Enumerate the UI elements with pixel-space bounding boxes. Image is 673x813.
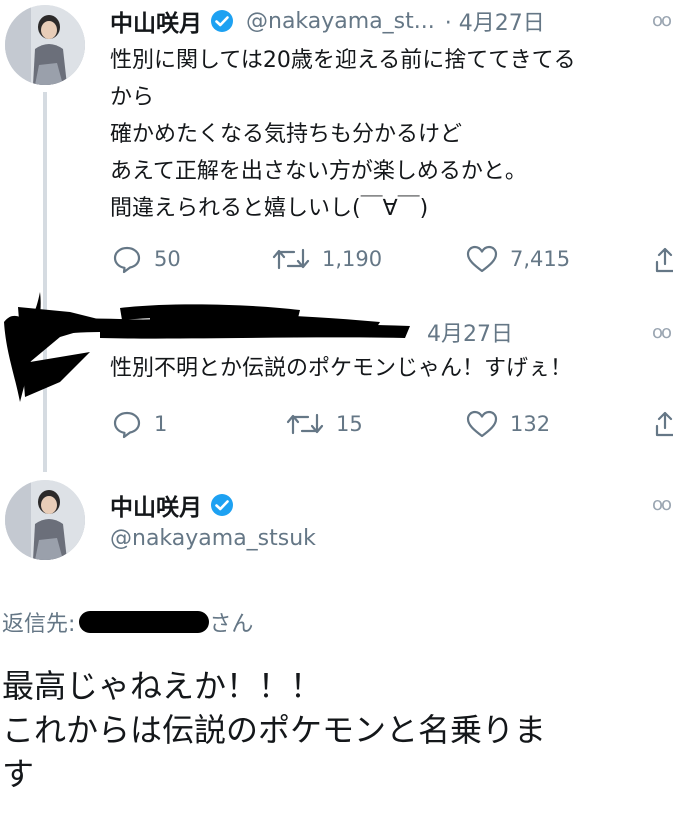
reply-button[interactable]: 1: [112, 409, 167, 439]
tweet-line: 間違えられると嬉しいし(￣∀￣): [110, 196, 429, 221]
avatar-nakayama[interactable]: [5, 5, 85, 85]
reply-count: 1: [154, 412, 168, 436]
tweet1-text: 性別に関しては20歳を迎える前に捨ててきてる から 確かめたくなる気持ちも分かる…: [110, 42, 576, 227]
tweet-line: 最高じゃねえか！！！: [2, 667, 323, 705]
retweet-count: 1,190: [322, 247, 383, 271]
retweet-count: 15: [336, 412, 363, 436]
like-button[interactable]: 7,415: [466, 244, 570, 274]
display-name[interactable]: 中山咲月: [110, 488, 202, 522]
handle[interactable]: @nakayama_stsuk: [110, 526, 316, 551]
more-icon[interactable]: oo: [652, 494, 672, 515]
retweet-icon: [272, 248, 310, 270]
tweet-line: これからは伝説のポケモンと名乗りま: [2, 711, 547, 749]
more-icon[interactable]: oo: [652, 10, 672, 31]
verified-icon: [211, 494, 233, 516]
tweet-line: あえて正解を出さない方が楽しめるかと。: [110, 159, 527, 184]
like-count: 7,415: [510, 247, 571, 271]
reply-count: 50: [154, 247, 181, 271]
avatar-nakayama[interactable]: [5, 480, 85, 560]
retweet-button[interactable]: 1,190: [272, 244, 382, 274]
reply-to-line: 返信先: さん: [2, 606, 253, 638]
redacted-mention: [79, 611, 210, 633]
like-icon: [466, 245, 498, 273]
reply-to-suffix: さん: [209, 612, 254, 637]
tweet-line: 性別に関しては20歳を迎える前に捨ててきてる: [110, 48, 576, 73]
reply-icon: [113, 246, 141, 274]
tweet2-text: 性別不明とか伝説のポケモンじゃん！すげぇ！: [110, 356, 573, 381]
reply-icon: [113, 411, 141, 439]
timestamp[interactable]: · 4月27日: [445, 5, 545, 37]
tweet-line: から: [110, 85, 155, 110]
like-count: 132: [510, 412, 551, 436]
share-button[interactable]: [654, 246, 673, 278]
reply-button[interactable]: 50: [112, 244, 181, 274]
more-icon[interactable]: oo: [652, 322, 672, 343]
like-button[interactable]: 132: [466, 409, 550, 439]
tweet3-text: 最高じゃねえか！！！ これからは伝説のポケモンと名乗りま す: [2, 664, 546, 796]
reply-to-prefix: 返信先:: [2, 612, 76, 637]
like-icon: [466, 410, 498, 438]
redacted-header-scribble: [0, 282, 420, 412]
tweet-line: 確かめたくなる気持ちも分かるけど: [110, 122, 463, 147]
verified-icon: [211, 10, 233, 32]
tweet3-header: 中山咲月: [110, 488, 234, 522]
share-icon: [655, 411, 673, 437]
share-button[interactable]: [654, 410, 673, 442]
timestamp[interactable]: 4月27日: [427, 316, 513, 348]
tweet-line: す: [2, 755, 35, 793]
share-icon: [655, 247, 673, 273]
handle[interactable]: @nakayama_st...: [246, 9, 435, 34]
display-name[interactable]: 中山咲月: [110, 4, 202, 38]
retweet-icon: [286, 413, 324, 435]
tweet1-header: 中山咲月 @nakayama_st... · 4月27日: [110, 4, 545, 38]
retweet-button[interactable]: 15: [286, 409, 363, 439]
